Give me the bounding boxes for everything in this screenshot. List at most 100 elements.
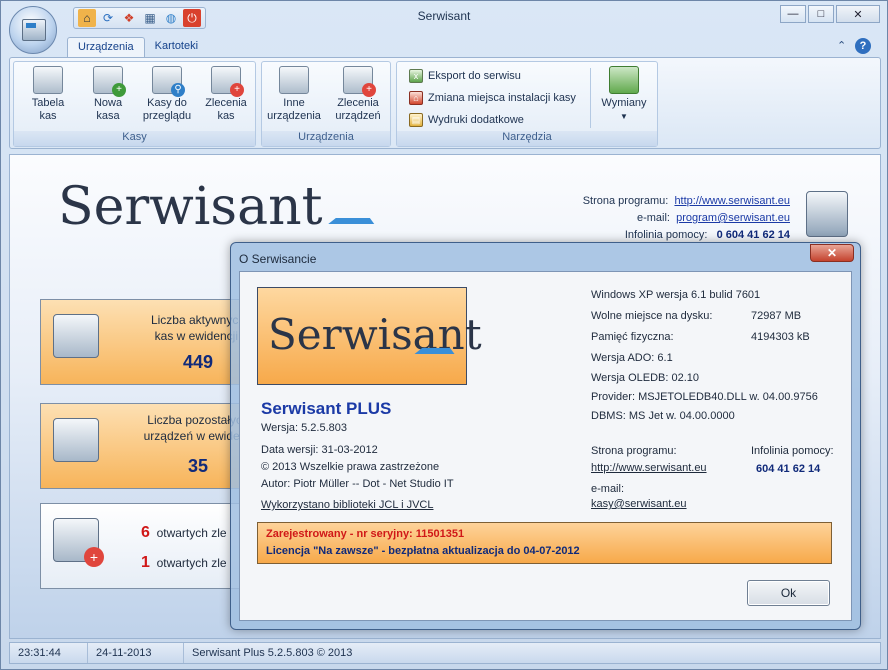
register-orders-icon: + [211,66,244,97]
button-label: kas [217,110,235,122]
about-dialog: O Serwisancie ✕ Serwisant Serwisant PLUS… [230,242,861,630]
button-label: urządzeń [335,110,381,122]
libraries-link[interactable]: Wykorzystano biblioteki JCL i JVCL [261,499,434,511]
tab-urzadzenia[interactable]: Urządzenia [67,37,145,57]
tab-kartoteki[interactable]: Kartoteki [145,37,208,57]
status-bar: 23:31:44 24-11-2013 Serwisant Plus 5.2.5… [9,642,881,664]
house-icon: ⌂ [409,91,423,105]
web-link[interactable]: http://www.serwisant.eu [674,195,790,207]
logo-scale-icon [328,196,382,224]
button-label: Inne [283,97,305,109]
device-orders-icon: + [343,66,376,97]
web-link[interactable]: http://www.serwisant.eu [591,462,707,474]
hotline-label: Infolinia pomocy: [624,229,708,241]
group-label: Urządzenia [262,131,390,146]
button-label: Wymiany [601,97,647,109]
sys-os: Windows XP wersja 6.1 bulid 7601 [591,289,761,301]
dialog-title: O Serwisancie [239,252,317,266]
sys-provider: Provider: MSJETOLEDB40.DLL w. 04.00.9756 [591,391,818,403]
status-version: Serwisant Plus 5.2.5.803 © 2013 [192,647,353,659]
zlecenia-kas-button[interactable]: + Zlecenia kas [200,66,252,123]
eksport-do-serwisu-button[interactable]: x Eksport do serwisu [409,67,521,85]
product-name: Serwisant PLUS [261,399,392,418]
sys-oledb: Wersja OLEDB: 02.10 [591,372,700,384]
order-text: otwartych zle [156,526,227,540]
register-icon [53,314,99,358]
group-label: Narzędzia [397,131,657,146]
web-label: Strona programu: [582,195,669,207]
email-link[interactable]: program@serwisant.eu [676,212,790,224]
hotline-number: 0 604 41 62 14 [716,229,790,241]
button-label: Zmiana miejsca instalacji kasy [428,92,576,104]
sys-dbms: DBMS: MS Jet w. 04.00.0000 [591,410,735,422]
button-label: Wydruki dodatkowe [428,114,524,126]
button-label: urządzenia [267,110,321,122]
ribbon: Tabela kas + Nowa kasa ⚲ Kasy do przeglą… [9,57,881,149]
group-label: Kasy [14,131,255,146]
email-label: e-mail: [591,483,625,495]
orders-row: 1 otwartych zle [141,554,227,572]
dialog-close-button[interactable]: ✕ [810,244,854,262]
ribbon-minimize-icon[interactable]: ⌃ [837,39,846,52]
contact-info: Strona programu: http://www.serwisant.eu… [583,195,790,246]
ok-button[interactable]: Ok [747,580,830,606]
hotline-number: 604 41 62 14 [756,463,821,475]
order-count: 1 [141,554,150,571]
zlecenia-urzadzen-button[interactable]: + Zlecenia urządzeń [328,66,388,123]
dialog-logo: Serwisant [257,287,482,385]
button-label: Eksport do serwisu [428,70,521,82]
excel-export-icon: x [409,69,423,83]
status-date: 24-11-2013 [88,643,184,663]
nowa-kasa-button[interactable]: + Nowa kasa [84,66,132,123]
app-menu-button[interactable] [9,6,57,54]
button-label: Tabela [31,97,65,109]
author: Autor: Piotr Müller -- Dot - Net Studio … [261,478,454,490]
register-icon-large [806,191,848,237]
sys-disk-value: 72987 MB [751,310,802,322]
register-orders-icon: + [53,518,104,567]
button-label: Kasy do [147,97,187,109]
zmiana-miejsca-button[interactable]: ⌂ Zmiana miejsca instalacji kasy [409,89,576,107]
printer-icon: ▤ [409,113,423,127]
maximize-button[interactable]: □ [808,5,834,23]
serwisant-logo: Serwisant [58,177,382,237]
sys-mem-label: Pamięć fizyczna: [591,331,674,343]
button-label: Zlecenia [205,97,247,109]
copyright: © 2013 Wszelkie prawa zastrzeżone [261,461,440,473]
group-narzedzia: x Eksport do serwisu ⌂ Zmiana miejsca in… [396,61,658,147]
scale-icon [53,418,99,462]
ribbon-tabs: Urządzenia Kartoteki [67,37,208,57]
order-text: otwartych zle [156,556,227,570]
registration-serial: Zarejestrowany - nr seryjny: 11501351 [266,528,465,540]
inne-urzadzenia-button[interactable]: Inne urządzenia [264,66,324,123]
dialog-body: Serwisant Serwisant PLUS Wersja: 5.2.5.8… [239,271,852,621]
tabela-kas-button[interactable]: Tabela kas [20,66,76,123]
email-link[interactable]: kasy@serwisant.eu [591,498,687,510]
group-kasy: Tabela kas + Nowa kasa ⚲ Kasy do przeglą… [13,61,256,147]
wydruki-dodatkowe-button[interactable]: ▤ Wydruki dodatkowe [409,111,524,129]
status-time: 23:31:44 [10,643,88,663]
exchange-arrows-icon [609,66,639,94]
button-label: przeglądu [142,110,192,122]
hotline-label: Infolinia pomocy: [751,445,834,457]
email-label: e-mail: [636,212,670,224]
inspection-magnifier-icon: ⚲ [152,66,185,97]
sys-ado: Wersja ADO: 6.1 [591,352,673,364]
logo-text: Serwisant [58,177,323,237]
wymiany-button[interactable]: Wymiany ▼ [595,66,653,123]
close-button[interactable]: ✕ [836,5,880,23]
dropdown-arrow-icon: ▼ [620,112,628,121]
group-separator [590,68,591,128]
license-info: Licencja "Na zawsze" - bezpłatna aktuali… [266,545,580,557]
kasy-do-przegladu-button[interactable]: ⚲ Kasy do przeglądu [138,66,196,123]
new-register-icon: + [93,66,126,97]
button-label: Zlecenia [337,97,379,109]
sys-mem-value: 4194303 kB [751,331,810,343]
minimize-button[interactable]: — [780,5,806,23]
title-bar: ⌂ ⟳ ❖ ▦ ◍ ⏻ Serwisant — □ ✕ [1,1,887,31]
cash-register-icon [22,19,46,41]
button-label: kas [39,110,57,122]
help-icon[interactable]: ? [855,38,871,54]
product-version: Wersja: 5.2.5.803 [261,422,348,434]
main-window: ⌂ ⟳ ❖ ▦ ◍ ⏻ Serwisant — □ ✕ Urządzenia K… [0,0,888,670]
